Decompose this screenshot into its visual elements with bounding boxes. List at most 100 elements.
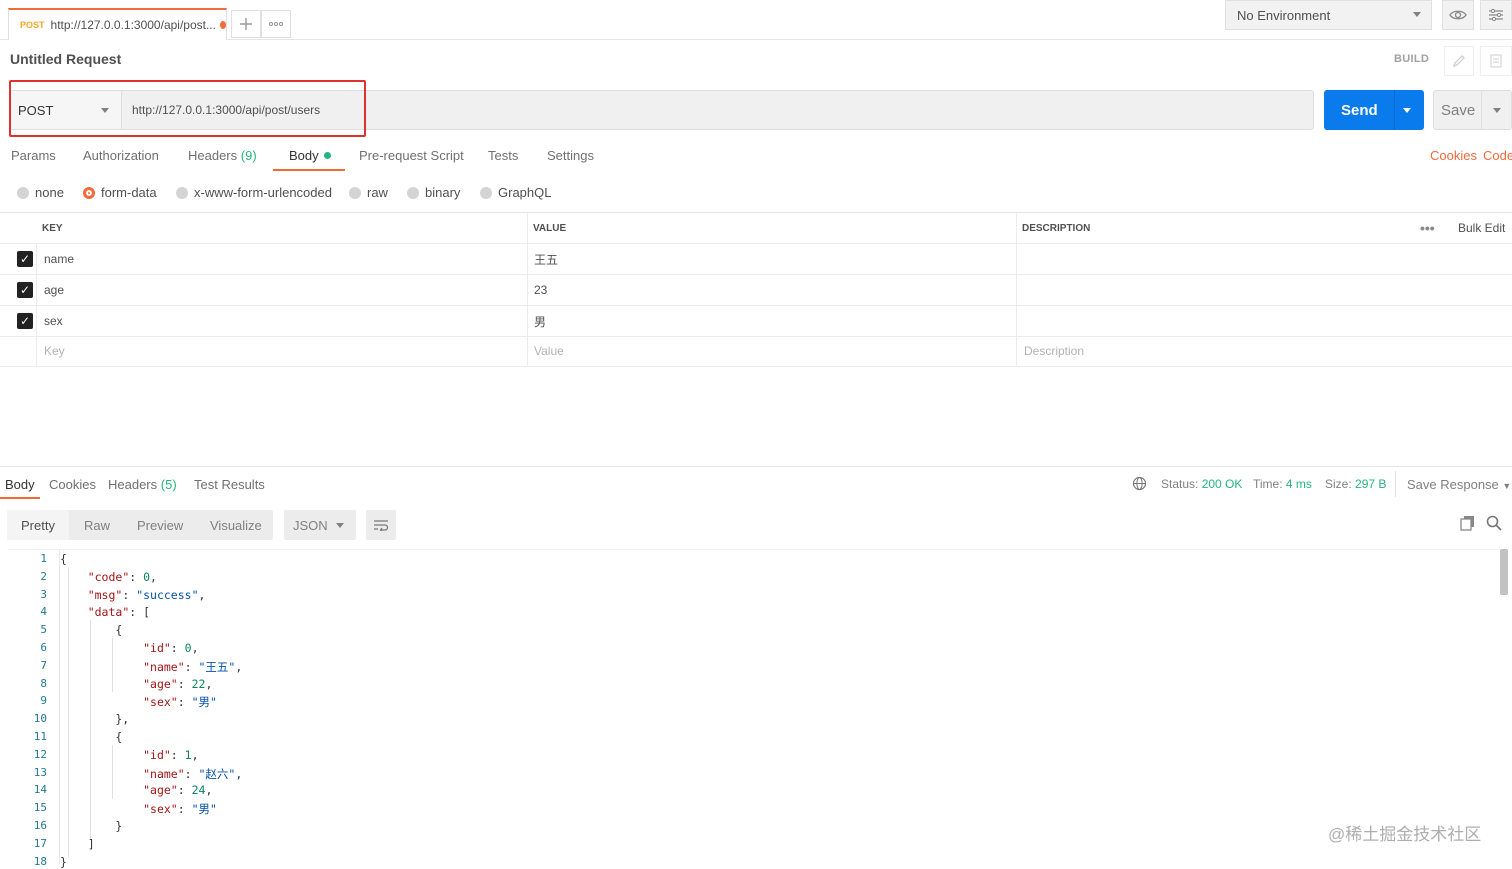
- row-value[interactable]: 23: [534, 275, 547, 305]
- radio-graphql[interactable]: GraphQL: [480, 185, 551, 200]
- row-value[interactable]: 男: [534, 306, 546, 336]
- line-number-gutter: 1 2 3 4 5 6 7 8 9 10 11 12 13 14 15 16 17 18: [8, 550, 60, 868]
- response-tab-body[interactable]: Body: [5, 477, 35, 492]
- chevron-down-icon[interactable]: [1493, 108, 1501, 113]
- row-value[interactable]: 王五: [534, 244, 558, 274]
- table-row: ✓ sex 男: [0, 306, 1512, 337]
- environment-quick-look-button[interactable]: [1442, 0, 1474, 30]
- tab-headers[interactable]: Headers (9): [188, 148, 257, 163]
- code-line: "id": 0,: [143, 641, 199, 655]
- size-meta[interactable]: Size: 297 B: [1325, 477, 1386, 491]
- wrap-icon: [374, 520, 389, 531]
- chevron-down-icon[interactable]: [1403, 108, 1411, 113]
- wrap-lines-button[interactable]: [366, 510, 396, 540]
- tab-tests[interactable]: Tests: [488, 148, 518, 163]
- table-row: ✓ age 23: [0, 275, 1512, 306]
- globe-icon[interactable]: [1132, 476, 1147, 494]
- bulk-edit-link[interactable]: Bulk Edit: [1458, 213, 1505, 243]
- status-value: 200 OK: [1201, 477, 1243, 491]
- radio-none[interactable]: none: [17, 185, 64, 200]
- send-label: Send: [1341, 101, 1378, 119]
- tab-pre-request-script[interactable]: Pre-request Script: [359, 148, 464, 163]
- chevron-down-icon: [1413, 12, 1421, 17]
- copy-button[interactable]: [1460, 515, 1476, 534]
- watermark: @稀土掘金技术社区: [1328, 825, 1482, 844]
- save-response-button[interactable]: Save Response ▼: [1407, 477, 1511, 492]
- build-mode-label[interactable]: BUILD: [1394, 53, 1429, 65]
- plus-icon: [240, 18, 252, 30]
- value-input[interactable]: Value: [534, 336, 564, 366]
- view-visualize[interactable]: Visualize: [210, 518, 262, 533]
- row-key[interactable]: sex: [44, 306, 63, 336]
- row-checkbox[interactable]: ✓: [17, 313, 33, 329]
- ellipsis-icon: [269, 22, 283, 26]
- new-tab-button[interactable]: [231, 10, 261, 38]
- tab-authorization[interactable]: Authorization: [83, 148, 159, 163]
- view-pretty[interactable]: Pretty: [7, 510, 69, 540]
- row-checkbox[interactable]: ✓: [17, 282, 33, 298]
- view-raw[interactable]: Raw: [84, 518, 110, 533]
- pencil-icon: [1453, 55, 1465, 67]
- radio-form-data[interactable]: form-data: [83, 185, 157, 200]
- line-number: 3: [40, 587, 47, 601]
- request-tab[interactable]: POST http://127.0.0.1:3000/api/post...: [8, 8, 227, 40]
- tab-params[interactable]: Params: [11, 148, 56, 163]
- line-number: 14: [33, 783, 47, 797]
- description-input[interactable]: Description: [1024, 336, 1084, 366]
- body-indicator-icon: [323, 152, 331, 159]
- tab-settings[interactable]: Settings: [547, 148, 594, 163]
- row-checkbox[interactable]: ✓: [17, 251, 33, 267]
- radio-x-www-form-urlencoded[interactable]: x-www-form-urlencoded: [176, 185, 332, 200]
- format-select[interactable]: JSON: [284, 510, 356, 540]
- code-line: "data": [: [87, 605, 151, 620]
- response-tab-cookies[interactable]: Cookies: [49, 477, 96, 492]
- comments-button[interactable]: [1480, 46, 1512, 76]
- tab-body-label: Body: [289, 148, 319, 163]
- size-value: 297 B: [1355, 477, 1387, 491]
- edit-button[interactable]: [1444, 46, 1474, 76]
- request-title[interactable]: Untitled Request: [10, 51, 121, 67]
- key-input[interactable]: Key: [44, 336, 65, 366]
- line-number: 11: [33, 730, 47, 743]
- more-options-icon[interactable]: •••: [1420, 213, 1435, 243]
- save-button[interactable]: Save: [1433, 90, 1512, 130]
- environment-label: No Environment: [1237, 7, 1331, 23]
- radio-binary[interactable]: binary: [407, 185, 460, 200]
- row-key[interactable]: name: [44, 244, 74, 274]
- line-number: 18: [33, 854, 47, 868]
- line-number: 10: [33, 712, 47, 726]
- line-number: 12: [33, 747, 47, 761]
- value-column-header: VALUE: [533, 222, 567, 234]
- radio-raw[interactable]: raw: [349, 185, 388, 200]
- search-button[interactable]: [1486, 515, 1502, 534]
- send-button[interactable]: Send: [1324, 90, 1424, 130]
- code-line: ]: [60, 836, 95, 851]
- status-meta[interactable]: Status: 200 OK: [1161, 477, 1242, 491]
- code-line: "code": 0,: [87, 569, 157, 584]
- tab-body[interactable]: Body: [289, 148, 331, 163]
- code-line: }: [60, 854, 67, 869]
- view-preview[interactable]: Preview: [137, 518, 183, 533]
- response-tab-test-results[interactable]: Test Results: [194, 477, 265, 492]
- response-tab-headers[interactable]: Headers (5): [108, 477, 177, 492]
- active-tab-underline: [273, 169, 345, 171]
- code-line: }: [60, 819, 123, 833]
- tab-headers-label: Headers: [188, 148, 238, 163]
- line-number: 1: [40, 552, 47, 565]
- environment-select[interactable]: No Environment: [1225, 0, 1432, 30]
- sliders-icon: [1489, 8, 1503, 22]
- more-tabs-button[interactable]: [261, 10, 291, 38]
- table-row-new: Key Value Description: [0, 336, 1512, 367]
- line-number: 7: [40, 658, 47, 672]
- row-key[interactable]: age: [44, 275, 64, 305]
- response-code-view[interactable]: 1 2 3 4 5 6 7 8 9 10 11 12 13 14 15 16 17 18 { "code": 0,…: [8, 549, 1498, 869]
- time-meta[interactable]: Time: 4 ms: [1253, 477, 1312, 491]
- key-column-header: KEY: [42, 222, 63, 234]
- manage-environments-button[interactable]: [1480, 0, 1512, 30]
- cookies-link[interactable]: Cookies: [1430, 148, 1477, 163]
- document-icon: [1490, 54, 1502, 68]
- code-line: "sex": "男": [143, 802, 217, 817]
- code-link[interactable]: Code: [1483, 148, 1512, 163]
- code-scrollbar[interactable]: [1500, 549, 1508, 595]
- code-line: "id": 1,: [143, 747, 199, 762]
